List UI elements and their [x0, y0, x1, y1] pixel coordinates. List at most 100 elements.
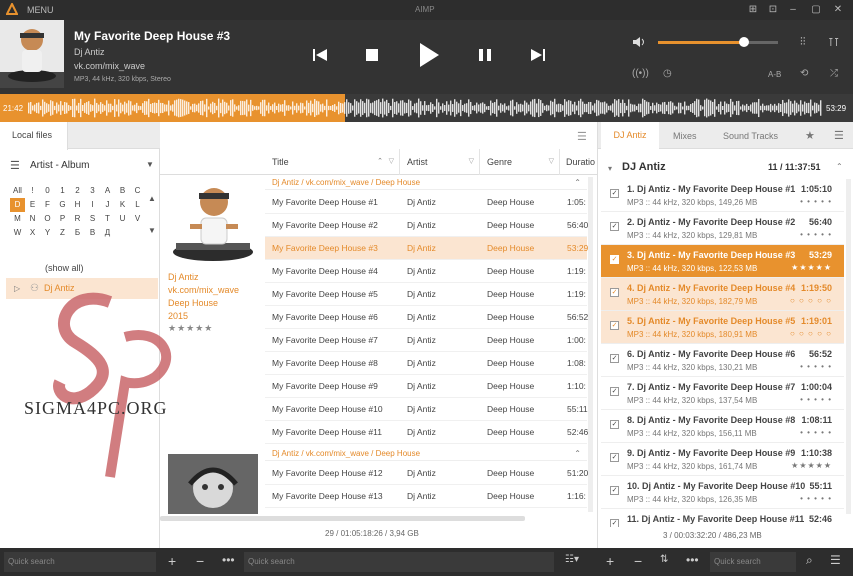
- search-icon[interactable]: ⌕: [806, 553, 813, 568]
- col-artist[interactable]: Artist ▽: [400, 149, 480, 175]
- alphabet-letter[interactable]: L: [130, 198, 145, 212]
- playlist-item[interactable]: ✓ 5. Dj Antiz - My Favorite Deep House #5…: [601, 311, 844, 344]
- tab-sound-tracks[interactable]: Sound Tracks: [723, 131, 778, 141]
- table-row[interactable]: My Favorite Deep House #3 Dj Antiz Deep Ho…: [265, 237, 588, 260]
- alphabet-letter[interactable]: 2: [70, 184, 85, 198]
- collapse-icon[interactable]: ⌃: [574, 176, 581, 190]
- playlist-menu-icon[interactable]: ☰: [834, 129, 844, 142]
- alphabet-letter[interactable]: D: [10, 198, 25, 212]
- alphabet-letter[interactable]: All: [10, 184, 25, 198]
- checkbox[interactable]: ✓: [610, 189, 619, 198]
- playlist-item-rating[interactable]: • • • • •: [800, 197, 832, 206]
- playlist-item[interactable]: ✓ 6. Dj Antiz - My Favorite Deep House #6…: [601, 344, 844, 377]
- remove-icon[interactable]: −: [634, 553, 642, 569]
- alphabet-letter[interactable]: B: [115, 184, 130, 198]
- alphabet-letter[interactable]: Z: [55, 226, 70, 240]
- remove-icon[interactable]: −: [196, 553, 204, 569]
- hamburger-icon[interactable]: ☰: [10, 159, 20, 172]
- alphabet-letter[interactable]: R: [70, 212, 85, 226]
- alphabet-letter[interactable]: P: [55, 212, 70, 226]
- vertical-scrollbar[interactable]: [588, 177, 593, 512]
- table-row[interactable]: My Favorite Deep House #13 Dj Antiz Deep H…: [265, 485, 587, 508]
- play-icon[interactable]: [418, 42, 440, 70]
- alphabet-letter[interactable]: 3: [85, 184, 100, 198]
- favorites-star-icon[interactable]: ★: [805, 129, 815, 142]
- show-all-link[interactable]: (show all): [45, 263, 84, 273]
- add-icon[interactable]: +: [606, 553, 614, 569]
- alphabet-letter[interactable]: C: [130, 184, 145, 198]
- ab-repeat-button[interactable]: A-B: [768, 70, 781, 79]
- radio-icon[interactable]: ((•)): [632, 68, 649, 79]
- playlist-item-rating[interactable]: • • • • •: [800, 230, 832, 239]
- equalizer-icon[interactable]: ⫶⫶: [800, 36, 806, 49]
- alphabet-letter[interactable]: A: [100, 184, 115, 198]
- volume-icon[interactable]: [632, 36, 646, 50]
- waveform-seekbar[interactable]: 21:42 53:29: [0, 94, 853, 122]
- alpha-scroll-up-icon[interactable]: ▲: [148, 194, 156, 203]
- playlist-item[interactable]: ✓ 2. Dj Antiz - My Favorite Deep House #2…: [601, 212, 844, 245]
- restore-icon[interactable]: ▢: [808, 4, 824, 16]
- previous-icon[interactable]: [312, 48, 328, 64]
- expand-icon[interactable]: ▷: [14, 278, 20, 299]
- search-input-middle[interactable]: Quick search: [244, 552, 554, 572]
- playlist-item-rating[interactable]: • • • • •: [800, 494, 832, 503]
- checkbox[interactable]: ✓: [610, 519, 619, 527]
- tab-dj-antiz[interactable]: DJ Antiz: [601, 122, 659, 150]
- tab-mixes[interactable]: Mixes: [673, 131, 697, 141]
- menu-icon[interactable]: ☰: [830, 553, 841, 567]
- search-input-left[interactable]: Quick search: [4, 552, 156, 572]
- alphabet-letter[interactable]: K: [115, 198, 130, 212]
- alphabet-letter[interactable]: 0: [40, 184, 55, 198]
- alphabet-letter[interactable]: W: [10, 226, 25, 240]
- playlist-scrollbar[interactable]: [846, 179, 851, 514]
- compact-icon[interactable]: ⊡: [765, 4, 781, 16]
- alphabet-letter[interactable]: M: [10, 212, 25, 226]
- tab-local-files[interactable]: Local files: [0, 122, 68, 150]
- more-icon[interactable]: •••: [222, 553, 235, 567]
- table-row[interactable]: My Favorite Deep House #1 Dj Antiz Deep Ho…: [265, 191, 587, 214]
- chevron-down-icon[interactable]: ▼: [146, 160, 154, 169]
- alphabet-letter[interactable]: S: [85, 212, 100, 226]
- shuffle-icon[interactable]: ⤮: [830, 68, 838, 79]
- table-row[interactable]: My Favorite Deep House #12 Dj Antiz Deep H…: [265, 462, 588, 485]
- filter-icon[interactable]: ▽: [549, 149, 554, 175]
- sort-icon[interactable]: ⇅: [660, 554, 668, 565]
- table-row[interactable]: My Favorite Deep House #10 Dj Antiz Deep H…: [265, 398, 588, 421]
- alphabet-letter[interactable]: X: [25, 226, 40, 240]
- table-row[interactable]: My Favorite Deep House #9 Dj Antiz Deep Ho…: [265, 375, 587, 398]
- alphabet-letter[interactable]: I: [85, 198, 100, 212]
- alphabet-letter[interactable]: Y: [40, 226, 55, 240]
- playlist-item[interactable]: ✓ 4. Dj Antiz - My Favorite Deep House #4…: [601, 278, 844, 311]
- minimize-icon[interactable]: –: [785, 4, 801, 16]
- checkbox[interactable]: ✓: [610, 321, 619, 330]
- timer-icon[interactable]: ◷: [663, 68, 672, 79]
- checkbox[interactable]: ✓: [610, 486, 619, 495]
- checkbox[interactable]: ✓: [610, 354, 619, 363]
- table-row[interactable]: My Favorite Deep House #7 Dj Antiz Deep Ho…: [265, 329, 587, 352]
- add-icon[interactable]: +: [168, 553, 176, 569]
- col-duration[interactable]: Duratio: [560, 149, 597, 175]
- menu-button[interactable]: MENU: [27, 5, 54, 15]
- group-header-1[interactable]: Dj Antiz / vk.com/mix_wave / Deep House …: [265, 176, 587, 190]
- stop-icon[interactable]: [365, 48, 379, 64]
- collapse-icon[interactable]: ⌃: [574, 447, 581, 461]
- next-icon[interactable]: [530, 48, 546, 64]
- playlist-item-rating[interactable]: • • • • •: [800, 395, 832, 404]
- grouping-select[interactable]: Artist - Album: [30, 160, 89, 171]
- playlist-item[interactable]: ✓ 3. Dj Antiz - My Favorite Deep House #3…: [601, 245, 844, 278]
- alphabet-letter[interactable]: Б: [70, 226, 85, 240]
- expand-all-icon[interactable]: ▾: [608, 164, 612, 173]
- pause-icon[interactable]: [478, 48, 492, 64]
- alphabet-letter[interactable]: F: [40, 198, 55, 212]
- view-mode-icon[interactable]: ☷▾: [565, 554, 579, 565]
- playlist-item[interactable]: ✓ 1. Dj Antiz - My Favorite Deep House #1…: [601, 179, 844, 212]
- alpha-scroll-down-icon[interactable]: ▼: [148, 226, 156, 235]
- playlist-item[interactable]: ✓ 8. Dj Antiz - My Favorite Deep House #8…: [601, 410, 844, 443]
- table-row[interactable]: My Favorite Deep House #8 Dj Antiz Deep Ho…: [265, 352, 587, 375]
- playlist-item-rating[interactable]: • • • • •: [800, 428, 832, 437]
- checkbox[interactable]: ✓: [610, 387, 619, 396]
- more-icon[interactable]: •••: [686, 553, 699, 567]
- alphabet-letter[interactable]: J: [100, 198, 115, 212]
- table-row[interactable]: My Favorite Deep House #2 Dj Antiz Deep Ho…: [265, 214, 588, 237]
- library-menu-icon[interactable]: ☰: [577, 130, 587, 143]
